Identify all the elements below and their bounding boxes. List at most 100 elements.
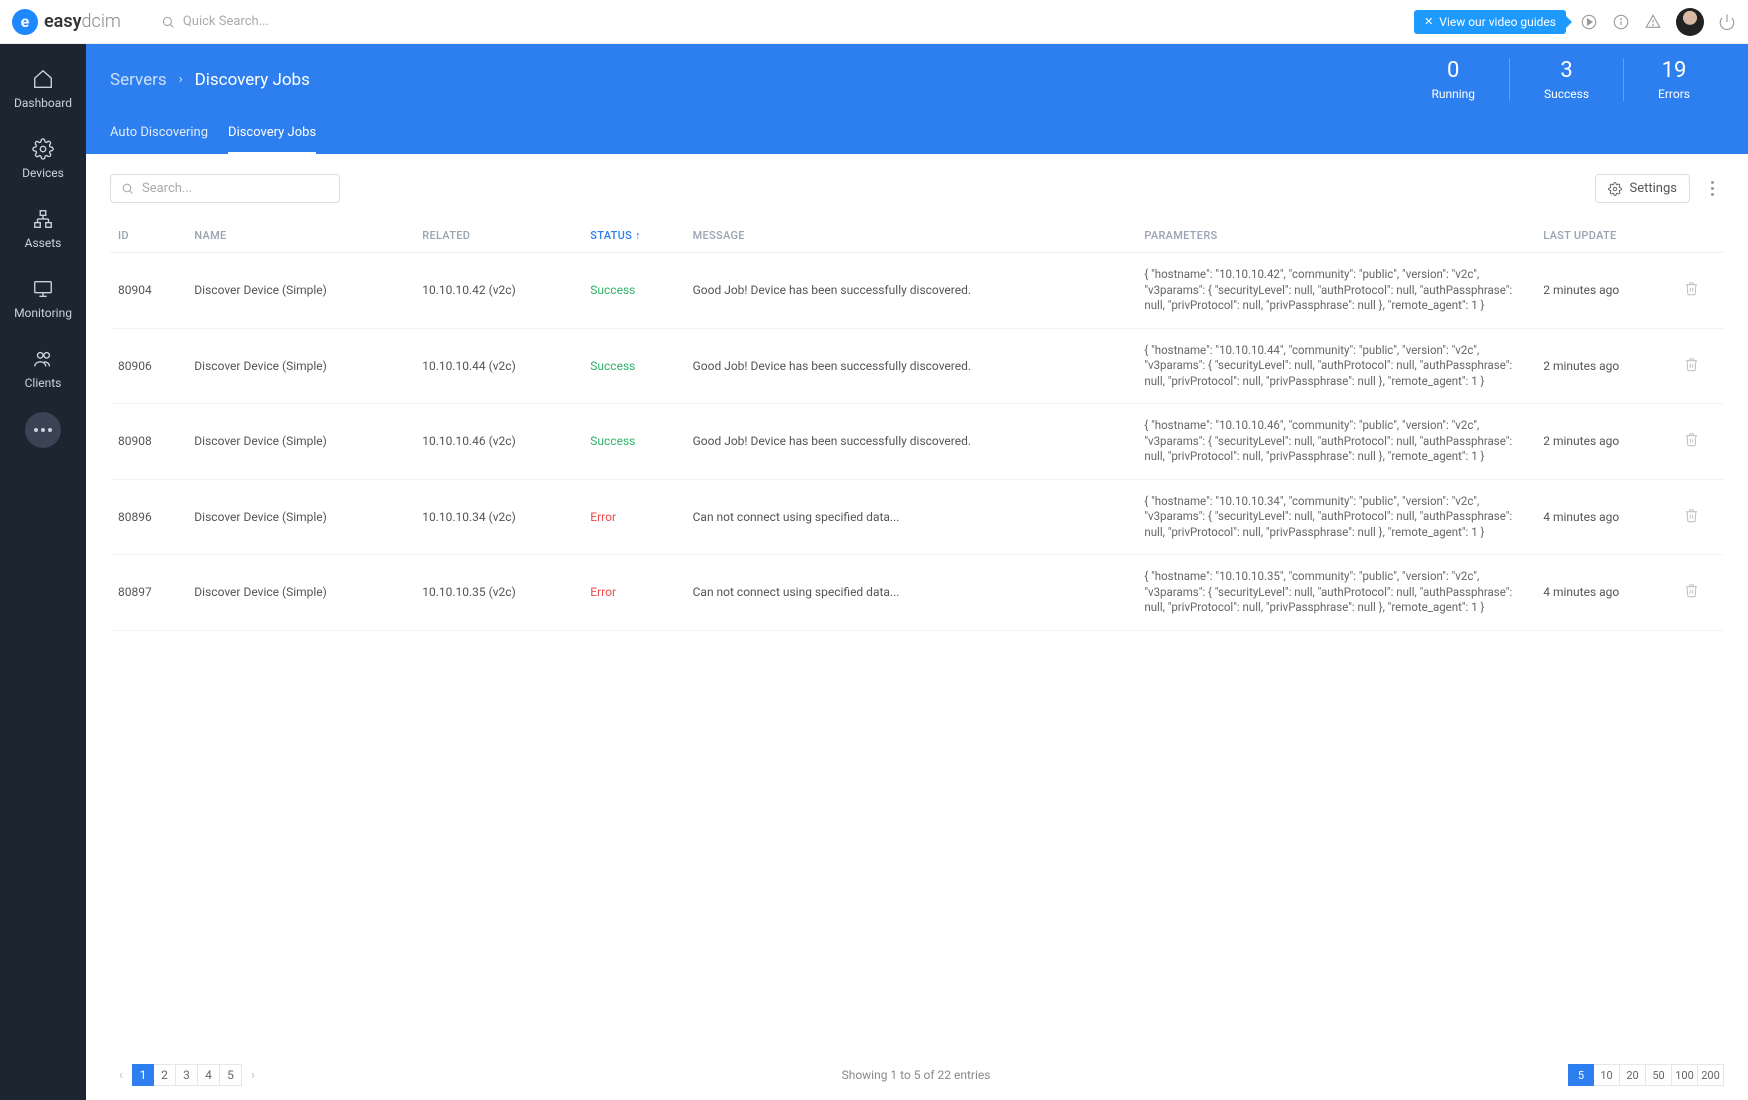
settings-button[interactable]: Settings xyxy=(1595,174,1690,203)
tab-discovery-jobs[interactable]: Discovery Jobs xyxy=(228,115,316,154)
col-status[interactable]: STATUS ↑ xyxy=(582,219,684,253)
stat-label: Errors xyxy=(1658,87,1690,101)
cell-id: 80906 xyxy=(110,328,186,404)
delete-button[interactable] xyxy=(1684,512,1699,526)
cell-id: 80896 xyxy=(110,479,186,555)
sidebar-item-monitoring[interactable]: Monitoring xyxy=(0,264,86,334)
stat-success[interactable]: 3 Success xyxy=(1509,58,1623,101)
delete-button[interactable] xyxy=(1684,587,1699,601)
home-icon xyxy=(32,68,54,90)
header-stats: 0 Running 3 Success 19 Errors xyxy=(1397,58,1724,101)
trash-icon xyxy=(1684,432,1699,447)
sidebar-more-button[interactable] xyxy=(25,412,61,448)
cell-status: Error xyxy=(582,555,684,631)
col-parameters[interactable]: PARAMETERS xyxy=(1136,219,1535,253)
cell-parameters: { "hostname": "10.10.10.42", "community"… xyxy=(1136,253,1535,329)
per-page-button[interactable]: 200 xyxy=(1698,1064,1724,1086)
logo-text-thin: dcim xyxy=(82,11,121,32)
tab-auto-discovering[interactable]: Auto Discovering xyxy=(110,115,208,154)
toolbar: Search... Settings xyxy=(110,174,1724,203)
stat-running[interactable]: 0 Running xyxy=(1397,58,1509,101)
page-button[interactable]: 5 xyxy=(220,1064,242,1086)
cell-status: Success xyxy=(582,404,684,480)
logo[interactable]: e easydcim xyxy=(12,9,121,35)
delete-button[interactable] xyxy=(1684,436,1699,450)
page-prev-button[interactable]: ‹ xyxy=(110,1064,132,1086)
sidebar-item-assets[interactable]: Assets xyxy=(0,194,86,264)
page-button[interactable]: 1 xyxy=(132,1064,154,1086)
table-row[interactable]: 80906 Discover Device (Simple) 10.10.10.… xyxy=(110,328,1724,404)
col-id[interactable]: ID xyxy=(110,219,186,253)
power-icon[interactable] xyxy=(1718,13,1736,31)
table-row[interactable]: 80896 Discover Device (Simple) 10.10.10.… xyxy=(110,479,1724,555)
col-related[interactable]: RELATED xyxy=(414,219,582,253)
cell-message: Good Job! Device has been successfully d… xyxy=(685,328,1137,404)
pagination: ‹ 12345 › xyxy=(110,1064,264,1086)
cell-id: 80908 xyxy=(110,404,186,480)
cell-last-update: 4 minutes ago xyxy=(1535,479,1676,555)
video-guides-label: View our video guides xyxy=(1439,15,1556,29)
delete-button[interactable] xyxy=(1684,361,1699,375)
stat-num: 19 xyxy=(1658,58,1690,83)
page-button[interactable]: 2 xyxy=(154,1064,176,1086)
cell-id: 80904 xyxy=(110,253,186,329)
table-row[interactable]: 80897 Discover Device (Simple) 10.10.10.… xyxy=(110,555,1724,631)
avatar[interactable] xyxy=(1676,8,1704,36)
per-page-button[interactable]: 5 xyxy=(1568,1064,1594,1086)
alert-icon[interactable] xyxy=(1644,13,1662,31)
cell-name: Discover Device (Simple) xyxy=(186,479,414,555)
cell-actions xyxy=(1676,253,1724,329)
per-page-selector: 5102050100200 xyxy=(1568,1064,1724,1086)
page-button[interactable]: 3 xyxy=(176,1064,198,1086)
cell-parameters: { "hostname": "10.10.10.46", "community"… xyxy=(1136,404,1535,480)
logo-text-bold: easy xyxy=(44,11,82,32)
sidebar-item-clients[interactable]: Clients xyxy=(0,334,86,404)
play-icon[interactable] xyxy=(1580,13,1598,31)
table-search-placeholder: Search... xyxy=(142,181,192,196)
chevron-right-icon: › xyxy=(179,72,183,87)
cell-name: Discover Device (Simple) xyxy=(186,253,414,329)
gear-icon xyxy=(1608,182,1622,196)
sidebar: Dashboard Devices Assets Monitoring Clie… xyxy=(0,44,86,1100)
page-button[interactable]: 4 xyxy=(198,1064,220,1086)
col-last-update[interactable]: LAST UPDATE xyxy=(1535,219,1676,253)
breadcrumb-current: Discovery Jobs xyxy=(195,70,310,90)
table-row[interactable]: 80904 Discover Device (Simple) 10.10.10.… xyxy=(110,253,1724,329)
more-menu-button[interactable] xyxy=(1700,181,1724,196)
col-actions xyxy=(1676,219,1724,253)
cell-last-update: 2 minutes ago xyxy=(1535,328,1676,404)
col-message[interactable]: MESSAGE xyxy=(685,219,1137,253)
topbar: e easydcim Quick Search... ✕ View our vi… xyxy=(0,0,1748,44)
cell-related: 10.10.10.34 (v2c) xyxy=(414,479,582,555)
close-icon[interactable]: ✕ xyxy=(1424,15,1433,28)
cell-actions xyxy=(1676,479,1724,555)
video-guides-button[interactable]: ✕ View our video guides xyxy=(1414,10,1566,34)
page-header: Servers › Discovery Jobs 0 Running 3 Suc… xyxy=(86,44,1748,154)
settings-label: Settings xyxy=(1630,181,1677,196)
quick-search[interactable]: Quick Search... xyxy=(161,14,269,29)
per-page-button[interactable]: 10 xyxy=(1594,1064,1620,1086)
info-icon[interactable] xyxy=(1612,13,1630,31)
cell-related: 10.10.10.35 (v2c) xyxy=(414,555,582,631)
col-name[interactable]: NAME xyxy=(186,219,414,253)
per-page-button[interactable]: 100 xyxy=(1672,1064,1698,1086)
breadcrumb-parent[interactable]: Servers xyxy=(110,70,167,90)
table-footer: ‹ 12345 › Showing 1 to 5 of 22 entries 5… xyxy=(86,1050,1748,1100)
sidebar-item-dashboard[interactable]: Dashboard xyxy=(0,54,86,124)
per-page-button[interactable]: 50 xyxy=(1646,1064,1672,1086)
delete-button[interactable] xyxy=(1684,285,1699,299)
stat-num: 0 xyxy=(1431,58,1475,83)
cell-status: Success xyxy=(582,328,684,404)
table-search[interactable]: Search... xyxy=(110,174,340,203)
cell-related: 10.10.10.44 (v2c) xyxy=(414,328,582,404)
gear-icon xyxy=(32,138,54,160)
stat-label: Running xyxy=(1431,87,1475,101)
stat-errors[interactable]: 19 Errors xyxy=(1623,58,1724,101)
table-row[interactable]: 80908 Discover Device (Simple) 10.10.10.… xyxy=(110,404,1724,480)
cell-last-update: 2 minutes ago xyxy=(1535,253,1676,329)
per-page-button[interactable]: 20 xyxy=(1620,1064,1646,1086)
sidebar-item-label: Dashboard xyxy=(14,96,72,110)
sidebar-item-label: Devices xyxy=(22,166,64,180)
sidebar-item-devices[interactable]: Devices xyxy=(0,124,86,194)
page-next-button[interactable]: › xyxy=(242,1064,264,1086)
